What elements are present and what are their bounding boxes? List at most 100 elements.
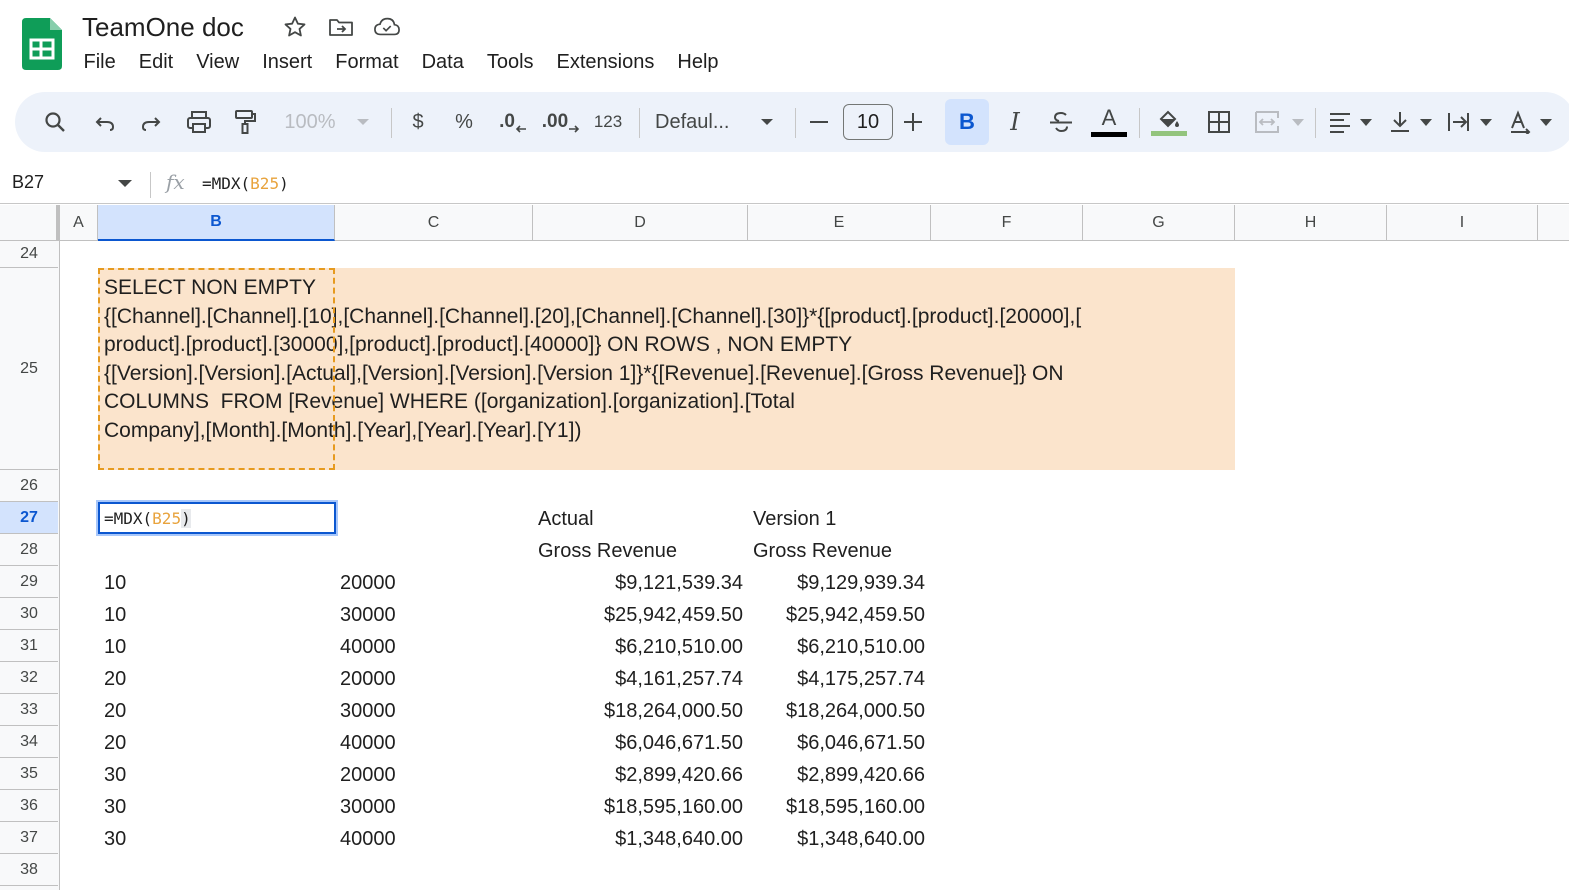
- header-version-1[interactable]: Version 1: [753, 503, 836, 535]
- valign-dropdown-icon[interactable]: [1417, 92, 1435, 152]
- print-icon[interactable]: [181, 92, 217, 152]
- row-header-38[interactable]: 38: [0, 854, 58, 886]
- row-header-26[interactable]: 26: [0, 470, 58, 502]
- currency-format-button[interactable]: $: [403, 92, 433, 152]
- borders-icon[interactable]: [1201, 92, 1237, 152]
- channel-cell[interactable]: 20: [104, 727, 126, 759]
- channel-cell[interactable]: 10: [104, 567, 126, 599]
- product-cell[interactable]: 20000: [340, 663, 396, 695]
- menu-file[interactable]: File: [72, 48, 127, 76]
- menu-help[interactable]: Help: [666, 48, 730, 76]
- rotation-dropdown-icon[interactable]: [1537, 92, 1555, 152]
- cell-editor-text[interactable]: =MDX(B25): [104, 509, 191, 528]
- row-header-35[interactable]: 35: [0, 758, 58, 790]
- row-header-30[interactable]: 30: [0, 598, 58, 630]
- row-header-29[interactable]: 29: [0, 566, 58, 598]
- number-format-button[interactable]: 123: [589, 92, 627, 152]
- zoom-dropdown-icon[interactable]: [353, 92, 373, 152]
- product-cell[interactable]: 40000: [340, 727, 396, 759]
- font-dropdown-icon[interactable]: [757, 92, 777, 152]
- actual-value-cell[interactable]: $4,161,257.74: [533, 663, 743, 695]
- menu-tools[interactable]: Tools: [475, 48, 545, 76]
- fill-color-icon[interactable]: [1149, 92, 1189, 152]
- actual-value-cell[interactable]: $6,210,510.00: [533, 631, 743, 663]
- formula-input[interactable]: =MDX(B25): [202, 174, 289, 193]
- header-gross-revenue-actual[interactable]: Gross Revenue: [538, 535, 677, 567]
- row-header-28[interactable]: 28: [0, 534, 58, 566]
- horizontal-align-icon[interactable]: [1325, 92, 1355, 152]
- name-box[interactable]: B27: [12, 172, 44, 193]
- column-header-f[interactable]: F: [931, 205, 1083, 241]
- merge-dropdown-icon[interactable]: [1289, 92, 1307, 152]
- menu-format[interactable]: Format: [324, 48, 410, 76]
- document-title[interactable]: TeamOne doc: [82, 12, 244, 43]
- active-cell-b27[interactable]: =MDX(B25): [98, 502, 336, 534]
- text-rotation-icon[interactable]: [1505, 92, 1535, 152]
- actual-value-cell[interactable]: $25,942,459.50: [533, 599, 743, 631]
- header-actual[interactable]: Actual: [538, 503, 594, 535]
- italic-button[interactable]: I: [997, 92, 1033, 152]
- wrap-dropdown-icon[interactable]: [1477, 92, 1495, 152]
- product-cell[interactable]: 40000: [340, 631, 396, 663]
- column-header-d[interactable]: D: [533, 205, 748, 241]
- bold-button[interactable]: B: [945, 99, 989, 145]
- product-cell[interactable]: 20000: [340, 567, 396, 599]
- version-1-value-cell[interactable]: $9,129,939.34: [748, 567, 925, 599]
- font-family-select[interactable]: Defaul...: [655, 92, 745, 152]
- version-1-value-cell[interactable]: $6,046,671.50: [748, 727, 925, 759]
- product-cell[interactable]: 30000: [340, 599, 396, 631]
- column-header-a[interactable]: A: [60, 205, 98, 241]
- channel-cell[interactable]: 20: [104, 663, 126, 695]
- version-1-value-cell[interactable]: $2,899,420.66: [748, 759, 925, 791]
- strikethrough-icon[interactable]: [1043, 92, 1079, 152]
- vertical-align-icon[interactable]: [1385, 92, 1415, 152]
- sheets-logo-icon[interactable]: [22, 18, 62, 70]
- paint-format-icon[interactable]: [227, 92, 263, 152]
- actual-value-cell[interactable]: $1,348,640.00: [533, 823, 743, 855]
- column-header-b[interactable]: B: [98, 205, 335, 241]
- menu-extensions[interactable]: Extensions: [545, 48, 666, 76]
- column-header-i[interactable]: I: [1387, 205, 1538, 241]
- actual-value-cell[interactable]: $18,595,160.00: [533, 791, 743, 823]
- zoom-select[interactable]: 100%: [277, 92, 343, 152]
- redo-icon[interactable]: [133, 92, 169, 152]
- increase-font-size-icon[interactable]: [901, 92, 925, 152]
- column-header-c[interactable]: C: [335, 205, 533, 241]
- font-size-input[interactable]: 10: [843, 104, 893, 140]
- row-header-33[interactable]: 33: [0, 694, 58, 726]
- channel-cell[interactable]: 30: [104, 823, 126, 855]
- channel-cell[interactable]: 30: [104, 791, 126, 823]
- row-header-37[interactable]: 37: [0, 822, 58, 854]
- row-header-27[interactable]: 27: [0, 502, 58, 534]
- row-header-25[interactable]: 25: [0, 268, 58, 470]
- decrease-font-size-icon[interactable]: [807, 92, 831, 152]
- name-box-dropdown-icon[interactable]: [118, 180, 132, 187]
- channel-cell[interactable]: 20: [104, 695, 126, 727]
- row-header-31[interactable]: 31: [0, 630, 58, 662]
- percent-format-button[interactable]: %: [449, 92, 479, 152]
- menu-data[interactable]: Data: [410, 48, 475, 76]
- version-1-value-cell[interactable]: $25,942,459.50: [748, 599, 925, 631]
- cloud-saved-icon[interactable]: [374, 14, 400, 40]
- version-1-value-cell[interactable]: $18,264,000.50: [748, 695, 925, 727]
- menu-edit[interactable]: Edit: [127, 48, 184, 76]
- channel-cell[interactable]: 10: [104, 599, 126, 631]
- channel-cell[interactable]: 10: [104, 631, 126, 663]
- actual-value-cell[interactable]: $6,046,671.50: [533, 727, 743, 759]
- actual-value-cell[interactable]: $9,121,539.34: [533, 567, 743, 599]
- product-cell[interactable]: 40000: [340, 823, 396, 855]
- header-gross-revenue-version-1[interactable]: Gross Revenue: [753, 535, 892, 567]
- star-icon[interactable]: [282, 14, 308, 40]
- search-icon[interactable]: [37, 92, 73, 152]
- select-all-corner[interactable]: [0, 205, 60, 241]
- version-1-value-cell[interactable]: $1,348,640.00: [748, 823, 925, 855]
- version-1-value-cell[interactable]: $4,175,257.74: [748, 663, 925, 695]
- actual-value-cell[interactable]: $18,264,000.50: [533, 695, 743, 727]
- align-dropdown-icon[interactable]: [1357, 92, 1375, 152]
- menu-insert[interactable]: Insert: [251, 48, 324, 76]
- actual-value-cell[interactable]: $2,899,420.66: [533, 759, 743, 791]
- text-wrapping-icon[interactable]: [1443, 92, 1473, 152]
- version-1-value-cell[interactable]: $6,210,510.00: [748, 631, 925, 663]
- product-cell[interactable]: 30000: [340, 791, 396, 823]
- column-header-g[interactable]: G: [1083, 205, 1235, 241]
